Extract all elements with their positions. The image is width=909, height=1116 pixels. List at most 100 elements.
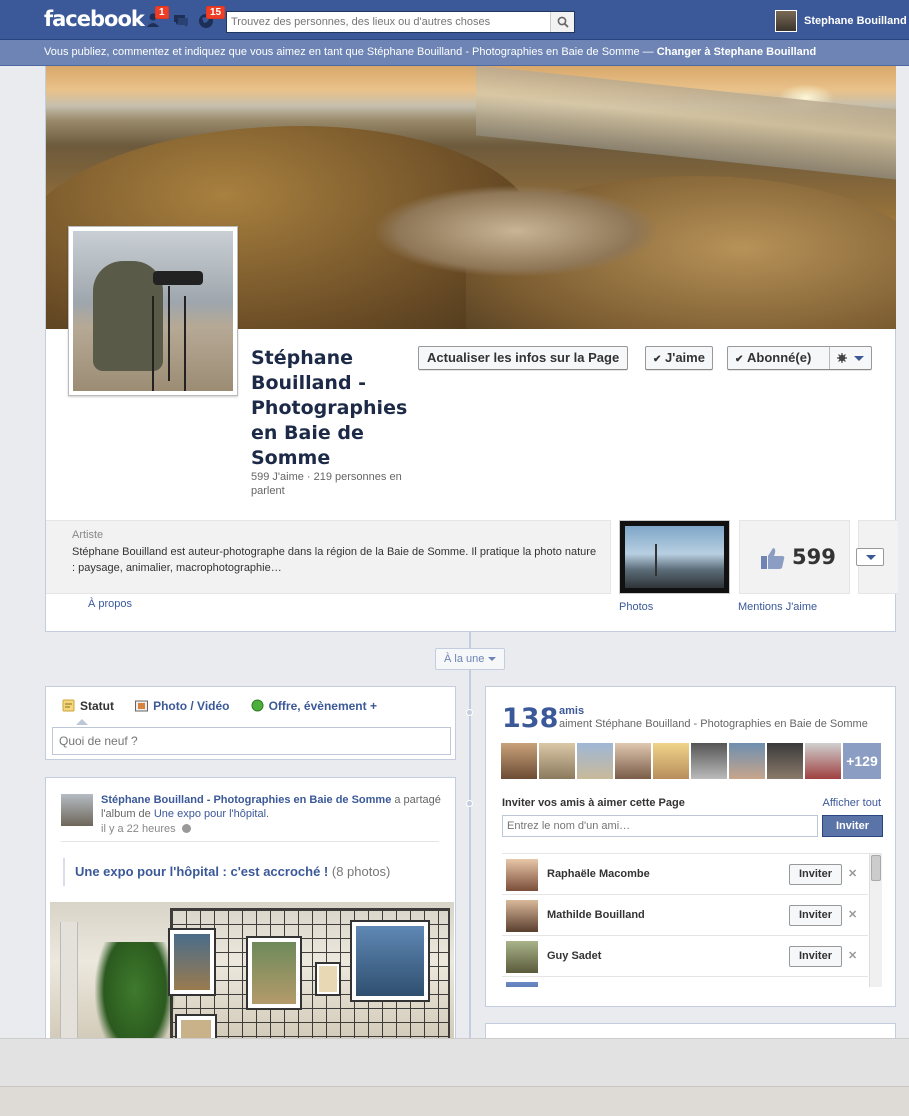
friends-label[interactable]: amis xyxy=(559,705,584,717)
search-input[interactable] xyxy=(227,12,549,32)
status-input[interactable] xyxy=(52,727,451,755)
close-icon[interactable]: ✕ xyxy=(848,867,857,880)
photos-link[interactable]: Photos xyxy=(619,601,653,613)
invite-friend-input[interactable] xyxy=(502,815,818,837)
friend-avatar[interactable] xyxy=(506,982,538,987)
search-button[interactable] xyxy=(550,12,574,32)
friend-requests-jewel[interactable]: 1 xyxy=(146,6,169,29)
show-all-link[interactable]: Afficher tout xyxy=(823,797,882,809)
search-box xyxy=(226,11,575,33)
tab-offer-event[interactable]: Offre, évènement + xyxy=(251,699,377,713)
invite-friend-list: Raphaële Macombe Inviter ✕ Mathilde Boui… xyxy=(502,853,882,987)
friend-avatar[interactable] xyxy=(506,900,538,932)
timeline-filter-dropdown[interactable]: À la une xyxy=(435,648,505,670)
friend-avatar[interactable] xyxy=(506,859,538,891)
offer-icon xyxy=(251,699,264,712)
likes-link[interactable]: Mentions J'aime xyxy=(738,601,817,613)
likes-app-box[interactable]: 599 xyxy=(739,520,850,594)
friend-avatar[interactable] xyxy=(767,743,803,779)
friend-avatar[interactable] xyxy=(691,743,727,779)
invite-friend-button[interactable]: Inviter xyxy=(789,905,842,926)
friend-avatar[interactable] xyxy=(539,743,575,779)
post-composer: Statut Photo / Vidéo Offre, évènement + xyxy=(45,686,456,760)
page-settings-button[interactable] xyxy=(829,347,871,369)
friend-avatar[interactable] xyxy=(805,743,841,779)
likes-count: 599 xyxy=(792,545,836,569)
photo-icon xyxy=(135,700,149,712)
messages-jewel[interactable] xyxy=(172,11,190,29)
timeline-post: Stéphane Bouilland - Photographies en Ba… xyxy=(45,777,456,1047)
messages-icon xyxy=(174,15,188,27)
acting-as-notice: Vous publiez, commentez et indiquez que … xyxy=(0,40,909,66)
more-apps-dropdown[interactable] xyxy=(856,548,884,566)
search-icon xyxy=(557,16,569,28)
update-page-info-button[interactable]: Actualiser les infos sur la Page xyxy=(418,346,629,370)
notifications-badge: 15 xyxy=(206,6,226,19)
timeline-spine xyxy=(469,632,471,1042)
album-photo-count: (8 photos) xyxy=(331,864,391,879)
globe-icon xyxy=(181,824,191,833)
more-apps-box xyxy=(856,520,898,594)
album-title-link[interactable]: Une expo pour l'hôpital : c'est accroché… xyxy=(75,864,328,879)
facebook-logo[interactable]: facebook xyxy=(44,7,145,31)
cover-sea xyxy=(476,66,896,181)
user-name: Stephane Bouilland xyxy=(804,15,907,27)
invite-friend-button[interactable]: Inviter xyxy=(789,946,842,967)
tab-status[interactable]: Statut xyxy=(62,699,114,713)
like-label: J'aime xyxy=(665,350,705,365)
friend-requests-badge: 1 xyxy=(155,6,169,19)
post-author-link[interactable]: Stéphane Bouilland - Photographies en Ba… xyxy=(101,794,391,806)
friend-avatar[interactable] xyxy=(615,743,651,779)
like-page-button[interactable]: ✔ J'aime xyxy=(645,346,713,370)
scrollbar-thumb[interactable] xyxy=(871,855,881,881)
close-icon[interactable]: ✕ xyxy=(848,908,857,921)
friends-count[interactable]: 138 xyxy=(502,703,558,734)
about-box[interactable]: Artiste Stéphane Bouilland est auteur-ph… xyxy=(46,520,611,594)
list-scrollbar[interactable] xyxy=(869,854,882,987)
friend-avatar[interactable] xyxy=(653,743,689,779)
more-friends-link[interactable]: +129 xyxy=(843,743,881,779)
post-timestamp[interactable]: il y a 22 heures xyxy=(101,823,191,835)
photo-tree xyxy=(655,544,657,576)
friend-avatar[interactable] xyxy=(501,743,537,779)
close-icon[interactable]: ✕ xyxy=(848,949,857,962)
page-description: Stéphane Bouilland est auteur-photograph… xyxy=(72,546,597,574)
tab-offer-label: Offre, évènement + xyxy=(268,699,377,713)
invite-button[interactable]: Inviter xyxy=(822,815,883,837)
friend-name[interactable]: Guy Sadet xyxy=(547,950,601,962)
switch-profile-link[interactable]: Changer à Stephane Bouilland xyxy=(657,46,817,58)
timeline-dot xyxy=(466,800,473,807)
photos-app-thumbnail[interactable] xyxy=(619,520,730,594)
top-bar: facebook 1 15 Stephane Bouilland xyxy=(0,0,909,40)
album-owner-link[interactable]: Une expo pour l'hôpital xyxy=(154,808,266,820)
chevron-down-icon xyxy=(854,356,864,361)
follow-button[interactable]: ✔ Abonné(e) xyxy=(727,346,872,370)
friends-facepile: +129 xyxy=(501,743,881,781)
friends-who-like-card: 138 amis aiment Stéphane Bouilland - Pho… xyxy=(485,686,896,1007)
friend-name[interactable]: Mathilde Bouilland xyxy=(547,909,645,921)
bottom-panel xyxy=(0,1038,909,1086)
profile-picture[interactable] xyxy=(68,226,238,396)
tab-photo-video[interactable]: Photo / Vidéo xyxy=(135,699,230,713)
album-title: Une expo pour l'hôpital : c'est accroché… xyxy=(63,858,390,886)
friends-sub: aiment Stéphane Bouilland - Photographie… xyxy=(559,718,868,730)
friend-avatar[interactable] xyxy=(577,743,613,779)
notifications-jewel[interactable]: 15 xyxy=(197,6,226,29)
friend-name[interactable]: Raphaële Macombe xyxy=(547,868,650,880)
friend-avatar[interactable] xyxy=(729,743,765,779)
profile-photo xyxy=(73,231,233,391)
invite-friend-button[interactable]: Inviter xyxy=(789,864,842,885)
user-avatar xyxy=(775,10,797,32)
post-author-avatar[interactable] xyxy=(61,794,93,826)
photo-plant xyxy=(95,942,175,1046)
page-title: Stéphane Bouilland - Photographies en Ba… xyxy=(251,347,408,469)
post-separator xyxy=(61,841,439,842)
taskbar xyxy=(0,1086,909,1116)
friend-avatar[interactable] xyxy=(506,941,538,973)
list-item xyxy=(502,977,868,987)
about-link[interactable]: À propos xyxy=(88,598,132,610)
tab-pointer xyxy=(76,719,88,725)
list-item: Guy Sadet Inviter ✕ xyxy=(502,936,868,977)
tab-photo-label: Photo / Vidéo xyxy=(153,699,230,713)
album-photo[interactable] xyxy=(50,902,454,1046)
